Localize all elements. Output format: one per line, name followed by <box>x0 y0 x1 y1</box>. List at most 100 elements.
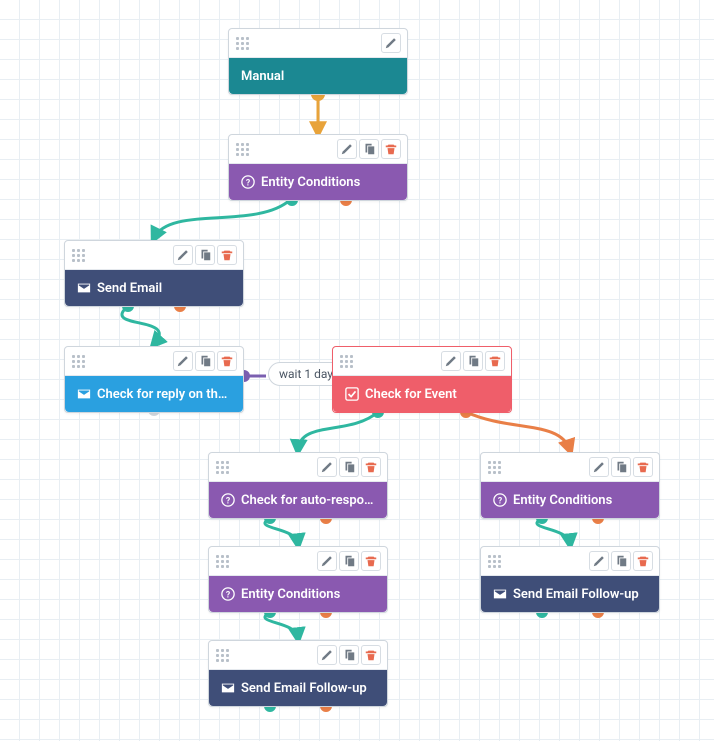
help-icon: ? <box>221 587 235 601</box>
node-header[interactable] <box>65 241 243 270</box>
delete-button[interactable] <box>361 551 381 571</box>
copy-icon <box>466 354 480 368</box>
drag-grip-icon[interactable] <box>487 554 505 568</box>
node-header[interactable] <box>209 641 387 670</box>
pencil-icon <box>592 554 606 568</box>
copy-icon <box>342 554 356 568</box>
delete-button[interactable] <box>633 551 653 571</box>
node-header[interactable] <box>209 547 387 576</box>
pencil-icon <box>320 648 334 662</box>
drag-grip-icon[interactable] <box>215 648 233 662</box>
edit-button[interactable] <box>337 139 357 159</box>
copy-button[interactable] <box>611 457 631 477</box>
delete-button[interactable] <box>633 457 653 477</box>
node-check-event[interactable]: Check for Event <box>332 346 512 413</box>
node-check-reply[interactable]: Check for reply on the f… <box>64 346 244 413</box>
node-toolbar <box>317 457 381 477</box>
node-send-email[interactable]: Send Email <box>64 240 244 307</box>
delete-button[interactable] <box>217 245 237 265</box>
trash-icon <box>384 142 398 156</box>
copy-button[interactable] <box>339 457 359 477</box>
node-send-followup[interactable]: Send Email Follow-up <box>208 640 388 707</box>
node-header[interactable] <box>209 453 387 482</box>
copy-icon <box>198 248 212 262</box>
drag-grip-icon[interactable] <box>235 36 253 50</box>
node-auto-response[interactable]: ? Check for auto-response <box>208 452 388 519</box>
svg-text:?: ? <box>226 591 230 601</box>
node-header[interactable] <box>229 135 407 164</box>
copy-icon <box>342 460 356 474</box>
mail-icon <box>221 681 235 695</box>
copy-icon <box>342 648 356 662</box>
copy-icon <box>198 354 212 368</box>
node-header[interactable] <box>333 347 511 376</box>
mail-icon <box>77 387 91 401</box>
edit-button[interactable] <box>173 351 193 371</box>
edit-button[interactable] <box>317 551 337 571</box>
node-entity-conditions[interactable]: ? Entity Conditions <box>228 134 408 201</box>
edit-button[interactable] <box>317 645 337 665</box>
node-toolbar <box>317 645 381 665</box>
node-toolbar <box>589 457 653 477</box>
trash-icon <box>364 648 378 662</box>
node-toolbar <box>441 351 505 371</box>
edit-button[interactable] <box>381 33 401 53</box>
edit-button[interactable] <box>441 351 461 371</box>
edit-button[interactable] <box>173 245 193 265</box>
node-label: Manual <box>241 69 284 84</box>
node-label: Check for reply on the f… <box>97 387 231 402</box>
edit-button[interactable] <box>317 457 337 477</box>
pencil-icon <box>320 460 334 474</box>
copy-button[interactable] <box>339 645 359 665</box>
node-header[interactable] <box>481 453 659 482</box>
node-manual[interactable]: Manual <box>228 28 408 95</box>
copy-icon <box>614 554 628 568</box>
delete-button[interactable] <box>361 457 381 477</box>
node-entity-conditions[interactable]: ? Entity Conditions <box>480 452 660 519</box>
node-header[interactable] <box>481 547 659 576</box>
copy-button[interactable] <box>195 245 215 265</box>
trash-icon <box>636 460 650 474</box>
pencil-icon <box>176 354 190 368</box>
copy-icon <box>614 460 628 474</box>
svg-text:?: ? <box>226 497 230 507</box>
delete-button[interactable] <box>217 351 237 371</box>
node-label: Entity Conditions <box>261 175 360 190</box>
pencil-icon <box>340 142 354 156</box>
drag-grip-icon[interactable] <box>339 354 357 368</box>
drag-grip-icon[interactable] <box>71 354 89 368</box>
drag-grip-icon[interactable] <box>71 248 89 262</box>
edit-button[interactable] <box>589 457 609 477</box>
drag-grip-icon[interactable] <box>487 460 505 474</box>
delete-button[interactable] <box>361 645 381 665</box>
copy-button[interactable] <box>359 139 379 159</box>
node-body: Check for Event <box>333 376 511 412</box>
check-icon <box>345 387 359 401</box>
delete-button[interactable] <box>381 139 401 159</box>
pencil-icon <box>384 36 398 50</box>
node-body: ? Entity Conditions <box>229 164 407 200</box>
drag-grip-icon[interactable] <box>215 554 233 568</box>
drag-grip-icon[interactable] <box>235 142 253 156</box>
pencil-icon <box>320 554 334 568</box>
delete-button[interactable] <box>485 351 505 371</box>
drag-grip-icon[interactable] <box>215 460 233 474</box>
copy-button[interactable] <box>339 551 359 571</box>
mail-icon <box>493 587 507 601</box>
trash-icon <box>636 554 650 568</box>
node-entity-conditions[interactable]: ? Entity Conditions <box>208 546 388 613</box>
copy-button[interactable] <box>611 551 631 571</box>
node-body: Check for reply on the f… <box>65 376 243 412</box>
node-label: Send Email Follow-up <box>241 681 367 696</box>
edit-button[interactable] <box>589 551 609 571</box>
trash-icon <box>364 460 378 474</box>
copy-button[interactable] <box>195 351 215 371</box>
node-header[interactable] <box>65 347 243 376</box>
node-header[interactable] <box>229 29 407 58</box>
node-label: Check for auto-response <box>241 493 375 508</box>
trash-icon <box>220 248 234 262</box>
workflow-canvas[interactable]: Manual ? Entity Conditions Send Email <box>0 0 714 741</box>
node-send-followup[interactable]: Send Email Follow-up <box>480 546 660 613</box>
node-label: Entity Conditions <box>513 493 612 508</box>
copy-button[interactable] <box>463 351 483 371</box>
